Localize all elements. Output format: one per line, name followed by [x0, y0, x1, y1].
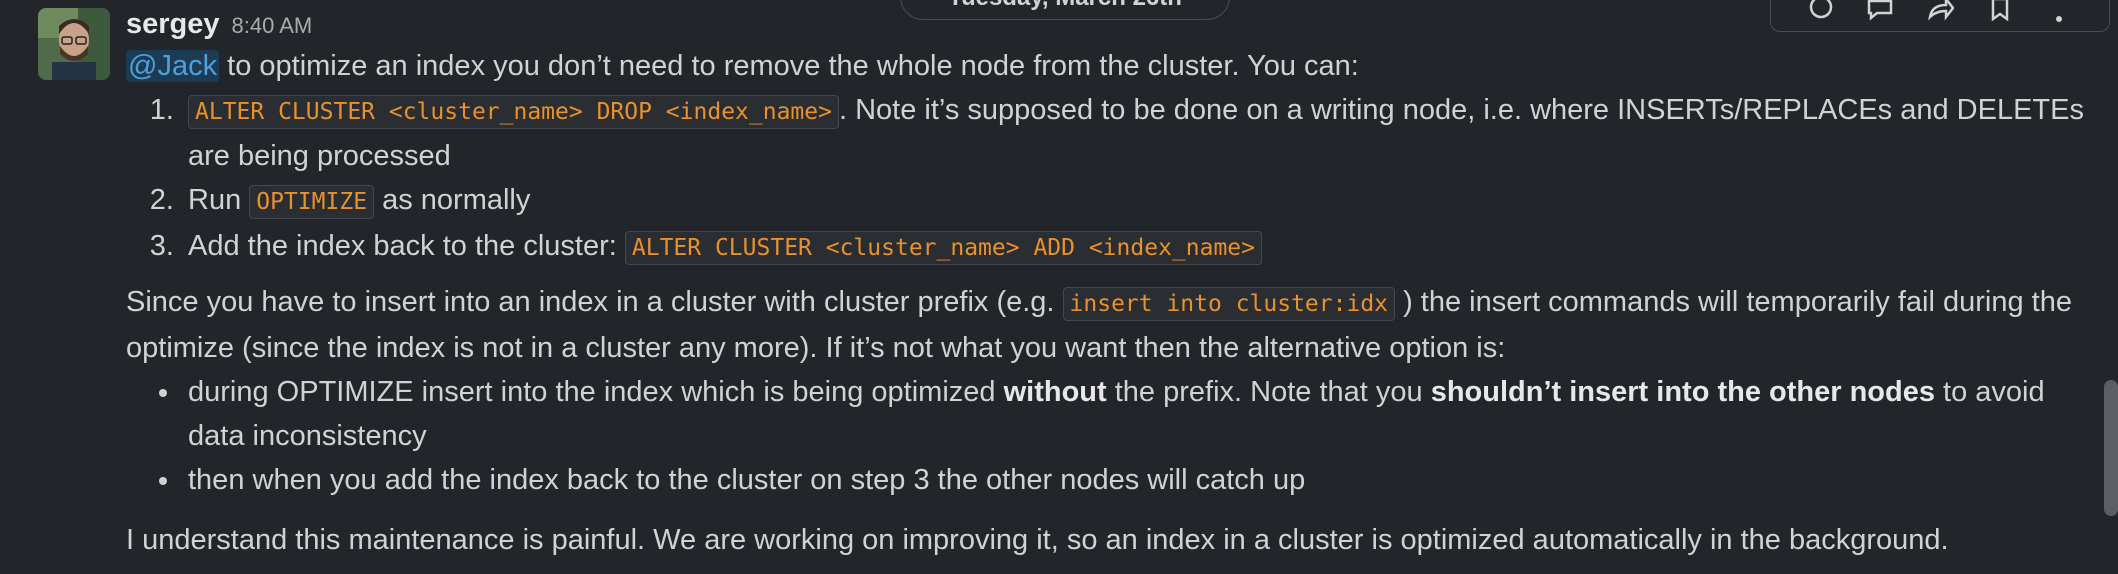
message-intro: @Jack to optimize an index you don’t nee… [126, 44, 2094, 88]
inline-code: ALTER CLUSTER <cluster_name> ADD <index_… [624, 231, 1262, 265]
bold-text: shouldn’t insert into the other nodes [1430, 376, 1935, 408]
bullet-text: the prefix. Note that you [1106, 376, 1431, 408]
paragraph: Since you have to insert into an index i… [126, 280, 2094, 370]
message-timestamp[interactable]: 8:40 AM [232, 13, 313, 38]
inline-code: OPTIMIZE [249, 185, 375, 219]
inline-code: ALTER CLUSTER <cluster_name> DROP <index… [188, 95, 839, 129]
intro-text: to optimize an index you don’t need to r… [219, 50, 1359, 82]
list-item: during OPTIMIZE insert into the index wh… [182, 370, 2094, 458]
list-item: ALTER CLUSTER <cluster_name> DROP <index… [182, 88, 2094, 178]
step-text: as normally [374, 184, 531, 216]
bold-text: without [1003, 376, 1107, 408]
user-mention[interactable]: @Jack [126, 50, 220, 82]
steps-list: ALTER CLUSTER <cluster_name> DROP <index… [126, 88, 2094, 270]
list-item: Run OPTIMIZE as normally [182, 178, 2094, 224]
bullet-text: during OPTIMIZE insert into the index wh… [188, 376, 1004, 408]
step-text: Run [188, 184, 250, 216]
scrollbar[interactable] [2104, 380, 2118, 516]
bullet-list: during OPTIMIZE insert into the index wh… [126, 370, 2094, 502]
inline-code: insert into cluster:idx [1062, 287, 1396, 321]
message-header: sergey 8:40 AM [126, 4, 2094, 46]
closing-paragraph: I understand this maintenance is painful… [126, 524, 1949, 556]
list-item: then when you add the index back to the … [182, 458, 2094, 502]
message: sergey 8:40 AM @Jack to optimize an index… [126, 4, 2094, 562]
step-text: Add the index back to the cluster: [188, 230, 625, 262]
paragraph-text: Since you have to insert into an index i… [126, 286, 1063, 318]
bullet-text: then when you add the index back to the … [188, 464, 1306, 496]
list-item: Add the index back to the cluster: ALTER… [182, 224, 2094, 270]
avatar[interactable] [38, 8, 110, 80]
sender-name[interactable]: sergey [126, 8, 220, 40]
